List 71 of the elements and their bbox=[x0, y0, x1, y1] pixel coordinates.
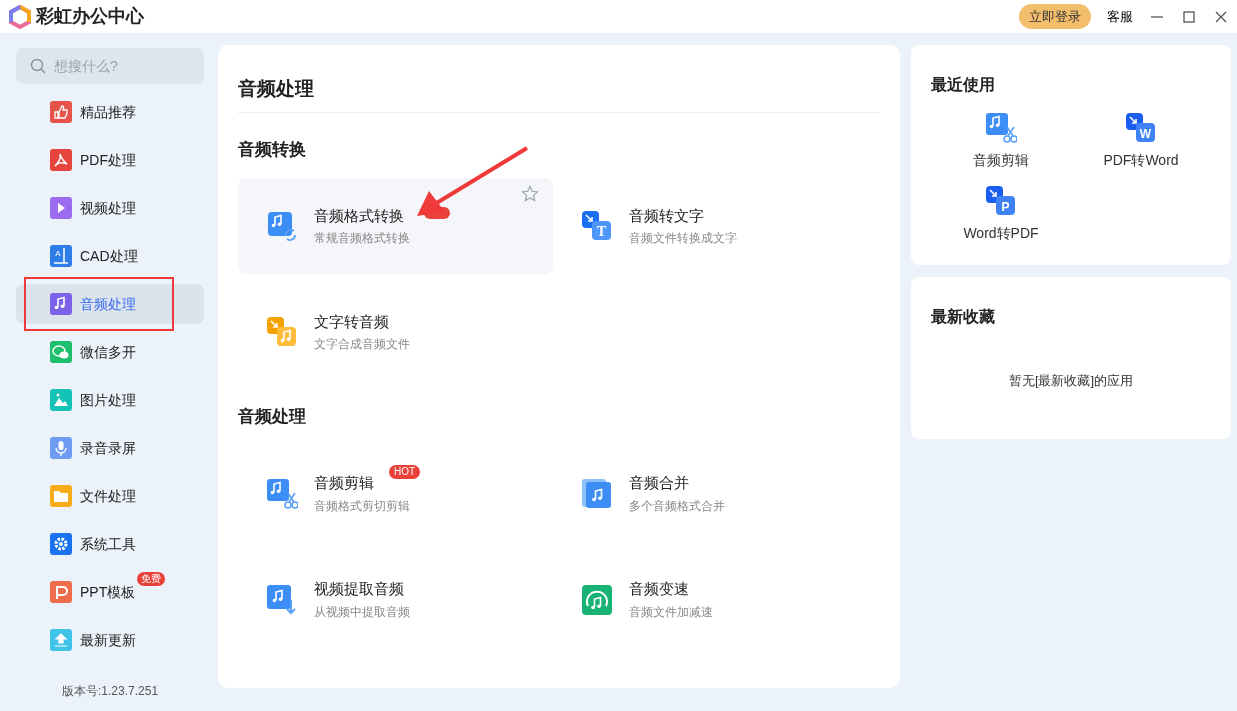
tool-description: 音频格式剪切剪辑 bbox=[314, 497, 410, 515]
music-note-icon bbox=[266, 583, 298, 616]
upload-icon bbox=[50, 629, 72, 651]
scissors-icon bbox=[985, 112, 1017, 144]
presentation-icon bbox=[50, 581, 72, 603]
thumbs-up-icon bbox=[50, 101, 72, 123]
sidebar-item[interactable]: A CAD处理 bbox=[16, 236, 204, 276]
sidebar-item[interactable]: PDF处理 bbox=[16, 140, 204, 180]
version-text: 版本号:1.23.7.251 bbox=[62, 683, 160, 700]
tool-title: 音频变速 bbox=[629, 579, 690, 600]
speedometer-icon bbox=[581, 583, 613, 616]
ruler-icon: A bbox=[50, 245, 72, 267]
tool-title: 音频转文字 bbox=[629, 205, 705, 226]
tool-card[interactable]: T 音频转文字 音频文件转换成文字 bbox=[553, 178, 868, 274]
music-note-icon bbox=[581, 477, 613, 510]
tool-title: 音频合并 bbox=[629, 473, 690, 494]
panel-heading: 最新收藏 bbox=[931, 307, 996, 327]
tool-title: 视频提取音频 bbox=[314, 579, 405, 600]
sidebar-item[interactable]: 文件处理 bbox=[16, 476, 204, 516]
login-button[interactable]: 立即登录 bbox=[1019, 3, 1091, 30]
gear-icon bbox=[50, 533, 72, 555]
tool-description: 文字合成音频文件 bbox=[314, 336, 410, 354]
logo-icon bbox=[8, 4, 32, 29]
search-icon bbox=[30, 58, 46, 74]
music-note-icon bbox=[266, 210, 298, 242]
music-note-icon bbox=[266, 316, 298, 348]
sidebar-item[interactable]: 精品推荐 bbox=[16, 92, 204, 132]
tool-title: 文字转音频 bbox=[314, 311, 390, 332]
page-heading: 音频处理 bbox=[238, 75, 880, 113]
tool-card[interactable]: 文字转音频 文字合成音频文件 bbox=[238, 284, 553, 380]
sidebar-item[interactable]: 微信多开 bbox=[16, 332, 204, 372]
document-icon bbox=[50, 149, 72, 171]
maximize-icon[interactable] bbox=[1181, 8, 1197, 25]
sidebar-item[interactable]: 录音录屏 bbox=[16, 428, 204, 468]
tool-title: 音频格式转换 bbox=[314, 205, 405, 226]
tool-card[interactable]: 视频提取音频 从视频中提取音频 bbox=[238, 551, 553, 648]
sidebar-item[interactable]: 图片处理 bbox=[16, 380, 204, 420]
sidebar-item[interactable]: 视频处理 bbox=[16, 188, 204, 228]
microphone-icon bbox=[50, 437, 72, 459]
tool-description: 音频文件转换成文字 bbox=[629, 230, 737, 248]
empty-message: 暂无[最新收藏]的应用 bbox=[1007, 372, 1135, 390]
tool-card[interactable]: 音频变速 音频文件加减速 bbox=[553, 551, 868, 648]
tool-description: 多个音频格式合并 bbox=[629, 497, 725, 515]
window-title: 彩虹办公中心 bbox=[36, 5, 144, 28]
tool-description: 音频文件加减速 bbox=[629, 603, 713, 621]
tool-description: 常规音频格式转换 bbox=[314, 230, 410, 248]
tool-card[interactable]: 音频剪辑 HOT 音频格式剪切剪辑 bbox=[238, 445, 553, 542]
star-icon[interactable] bbox=[521, 185, 539, 203]
tool-title: 音频剪辑 bbox=[314, 473, 375, 494]
music-note-icon bbox=[50, 293, 72, 315]
recent-app[interactable]: 音频剪辑 bbox=[931, 111, 1071, 172]
panel-heading: 最近使用 bbox=[931, 75, 996, 95]
recent-app[interactable]: P Word转PDF bbox=[931, 184, 1071, 245]
sidebar-item[interactable]: 系统工具 bbox=[16, 524, 204, 564]
hot-badge: HOT bbox=[389, 464, 421, 479]
sidebar-item[interactable]: PPT模板 免费 bbox=[16, 572, 204, 612]
play-icon bbox=[50, 197, 72, 219]
tool-card[interactable]: 音频合并 多个音频格式合并 bbox=[553, 445, 868, 542]
image-icon bbox=[50, 389, 72, 411]
section-heading: 音频转换 bbox=[238, 138, 307, 161]
sidebar-item[interactable]: 最新更新 bbox=[16, 620, 204, 660]
scissors-icon bbox=[266, 477, 298, 510]
tool-description: 从视频中提取音频 bbox=[314, 603, 410, 621]
recent-app[interactable]: W PDF转Word bbox=[1071, 111, 1211, 172]
search-field[interactable]: 想搜什么? bbox=[16, 48, 204, 84]
sidebar-item[interactable]: 音频处理 bbox=[16, 284, 204, 324]
chat-icon bbox=[50, 341, 72, 363]
section-heading: 音频处理 bbox=[238, 406, 307, 428]
free-badge: 免费 bbox=[137, 572, 165, 586]
customer-service-link[interactable]: 客服 bbox=[1107, 6, 1133, 27]
folder-icon bbox=[50, 485, 72, 507]
